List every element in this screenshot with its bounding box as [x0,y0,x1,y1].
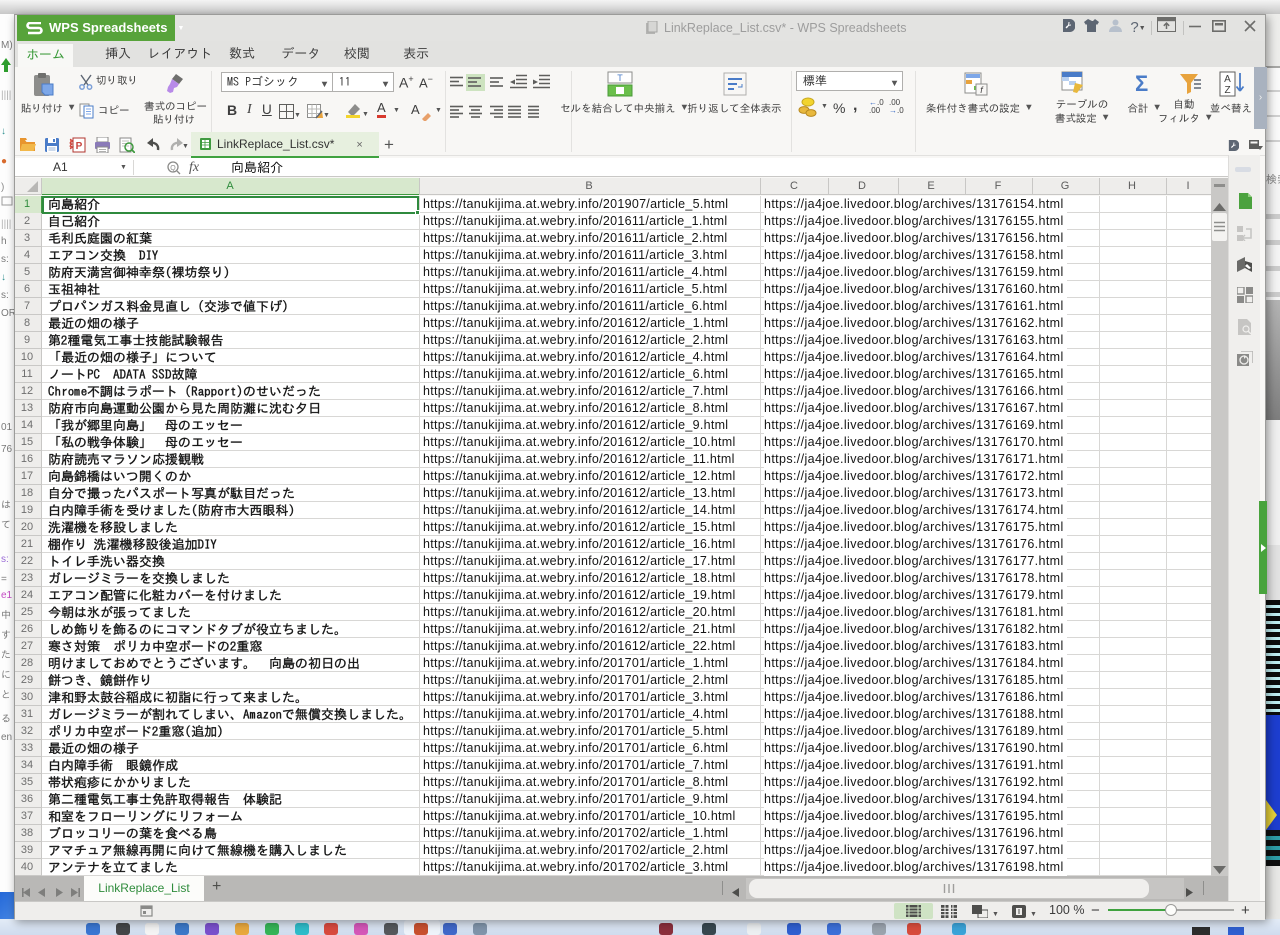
svg-text:T: T [617,73,623,83]
svg-text:A: A [1224,74,1231,85]
svg-text:Z: Z [1224,85,1230,96]
svg-text:Q: Q [170,165,176,172]
svg-text:P: P [76,141,83,152]
